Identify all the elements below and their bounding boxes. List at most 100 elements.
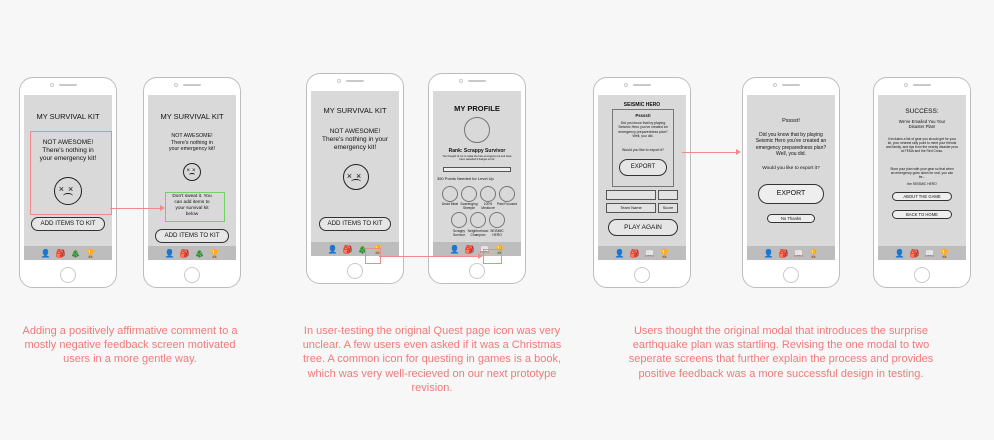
add-items-to-kit-button[interactable]: ADD ITEMS TO KIT (319, 217, 391, 231)
caption-group-1: Adding a positively affirmative comment … (22, 325, 238, 366)
bottom-nav: 👤 🎒 📖 🏆 (598, 246, 686, 260)
modal-question: Would you like to export it? (622, 148, 664, 152)
badge-neighborhood-champion (470, 212, 486, 228)
backpack-icon[interactable]: 🎒 (910, 249, 920, 258)
phone-export-modal-original: SEISMIC HERO Psssst! Did you know that b… (593, 77, 691, 288)
phone-camera (904, 83, 908, 87)
arrow-right-icon (736, 149, 741, 155)
phone-home-button (783, 267, 799, 283)
message-highlight (30, 131, 112, 215)
phone-speaker (913, 84, 931, 86)
progress-bar (443, 167, 511, 172)
person-icon[interactable]: 👤 (165, 249, 175, 258)
badge-seismic-hero (489, 212, 505, 228)
phone-screen: SEISMIC HERO Psssst! Did you know that b… (598, 95, 686, 260)
person-icon[interactable]: 👤 (41, 249, 51, 258)
phone-screen: SUCCESS: We've Emailed You Your Disaster… (878, 95, 966, 260)
phone-screen: MY SURVIVAL KIT NOT AWESOME! There's not… (311, 91, 399, 256)
export-button[interactable]: EXPORT (619, 159, 667, 176)
team-score-slot (606, 190, 656, 200)
modal-text: Did you know that by playing Seismic Her… (618, 121, 668, 139)
person-icon[interactable]: 👤 (328, 245, 338, 254)
backpack-icon[interactable]: 🎒 (343, 245, 353, 254)
screen-title: MY PROFILE (454, 104, 500, 113)
phone-camera (174, 83, 178, 87)
book-icon[interactable]: 📖 (645, 249, 655, 258)
screen-title: Psssst! (782, 118, 800, 124)
bottom-nav: 👤 🎒 📖 🏆 (747, 246, 835, 260)
success-signoff: the SEISMIC HERO (907, 182, 937, 186)
person-icon[interactable]: 👤 (615, 249, 625, 258)
trophy-icon[interactable]: 🏆 (809, 249, 819, 258)
phone-camera (624, 83, 628, 87)
badge-scrappy-survivor (451, 212, 467, 228)
screen-title: MY SURVIVAL KIT (36, 112, 100, 121)
book-icon-highlight (483, 249, 502, 264)
badge-label: SEISMIC HERO (490, 229, 504, 237)
export-button[interactable]: EXPORT (758, 184, 824, 204)
points-label: 350 Points Needed for Level Up (437, 176, 494, 181)
caption-group-3: Users thought the original modal that in… (628, 325, 934, 380)
phone-speaker (183, 84, 201, 86)
phone-speaker (468, 80, 486, 82)
trophy-icon[interactable]: 🏆 (660, 249, 670, 258)
play-again-button[interactable]: PLAY AGAIN (608, 219, 678, 236)
bottom-nav: 👤 🎒 📖 🏆 (433, 242, 521, 256)
screen-title: MY SURVIVAL KIT (323, 106, 387, 115)
badge-label: Past Focused (496, 202, 518, 206)
phone-camera (337, 79, 341, 83)
phone-home-button (469, 263, 485, 279)
trophy-icon[interactable]: 🏆 (86, 249, 96, 258)
badge-100-mediocre (480, 186, 496, 202)
person-icon[interactable]: 👤 (764, 249, 774, 258)
phone-speaker (59, 84, 77, 86)
badge-scavenging-sheeple (461, 186, 477, 202)
phone-home-button (184, 267, 200, 283)
arrow-right-icon (160, 205, 165, 211)
game-header: SEISMIC HERO (623, 102, 661, 108)
phone-home-button (914, 267, 930, 283)
phone-survival-kit-revised: MY SURVIVAL KIT NOT AWESOME! There's not… (143, 77, 241, 288)
avatar (464, 117, 490, 143)
backpack-icon[interactable]: 🎒 (56, 249, 66, 258)
phone-camera (773, 83, 777, 87)
arrow-right-icon (478, 253, 483, 259)
person-icon[interactable]: 👤 (450, 245, 460, 254)
add-items-to-kit-button[interactable]: ADD ITEMS TO KIT (31, 217, 105, 231)
caption-group-2: In user-testing the original Quest page … (302, 325, 562, 394)
phone-home-button (60, 267, 76, 283)
add-items-to-kit-button[interactable]: ADD ITEMS TO KIT (155, 229, 229, 243)
about-the-game-button[interactable]: ABOUT THE GAME (892, 192, 952, 201)
phone-speaker (633, 84, 651, 86)
tree-icon[interactable]: 🎄 (71, 249, 81, 258)
success-subtitle: We've Emailed You Your Disaster Plan! (898, 119, 946, 130)
team-score-slot (658, 190, 678, 200)
backpack-icon[interactable]: 🎒 (180, 249, 190, 258)
phone-home-button (634, 267, 650, 283)
book-icon[interactable]: 📖 (794, 249, 804, 258)
trophy-icon[interactable]: 🏆 (940, 249, 950, 258)
tree-icon[interactable]: 🎄 (195, 249, 205, 258)
person-icon[interactable]: 👤 (895, 249, 905, 258)
backpack-icon[interactable]: 🎒 (779, 249, 789, 258)
bottom-nav: 👤 🎒 🎄 🏆 (24, 246, 112, 260)
phone-screen: Psssst! Did you know that by playing Sei… (747, 95, 835, 260)
rank-label: Rank: Scrappy Survivor (448, 148, 506, 154)
bottom-nav: 👤 🎒 📖 🏆 (878, 246, 966, 260)
phone-my-profile: MY PROFILE Rank: Scrappy Survivor You th… (428, 73, 526, 284)
success-details: It includes a list of gear you should ge… (886, 137, 958, 154)
phone-home-button (347, 263, 363, 279)
score-label: Score (658, 203, 678, 213)
backpack-icon[interactable]: 🎒 (630, 249, 640, 258)
badge-dead-meat (442, 186, 458, 202)
sad-face-icon: ×× (343, 164, 369, 190)
no-thanks-button[interactable]: No Thanks (767, 214, 815, 223)
backpack-icon[interactable]: 🎒 (465, 245, 475, 254)
book-icon[interactable]: 📖 (925, 249, 935, 258)
back-to-home-button[interactable]: BACK TO HOME (892, 210, 952, 219)
phone-camera (50, 83, 54, 87)
trophy-icon[interactable]: 🏆 (210, 249, 220, 258)
phone-speaker (782, 84, 800, 86)
compare-connector (682, 152, 737, 153)
empty-kit-message: NOT AWESOME! There's nothing in your eme… (322, 128, 388, 152)
